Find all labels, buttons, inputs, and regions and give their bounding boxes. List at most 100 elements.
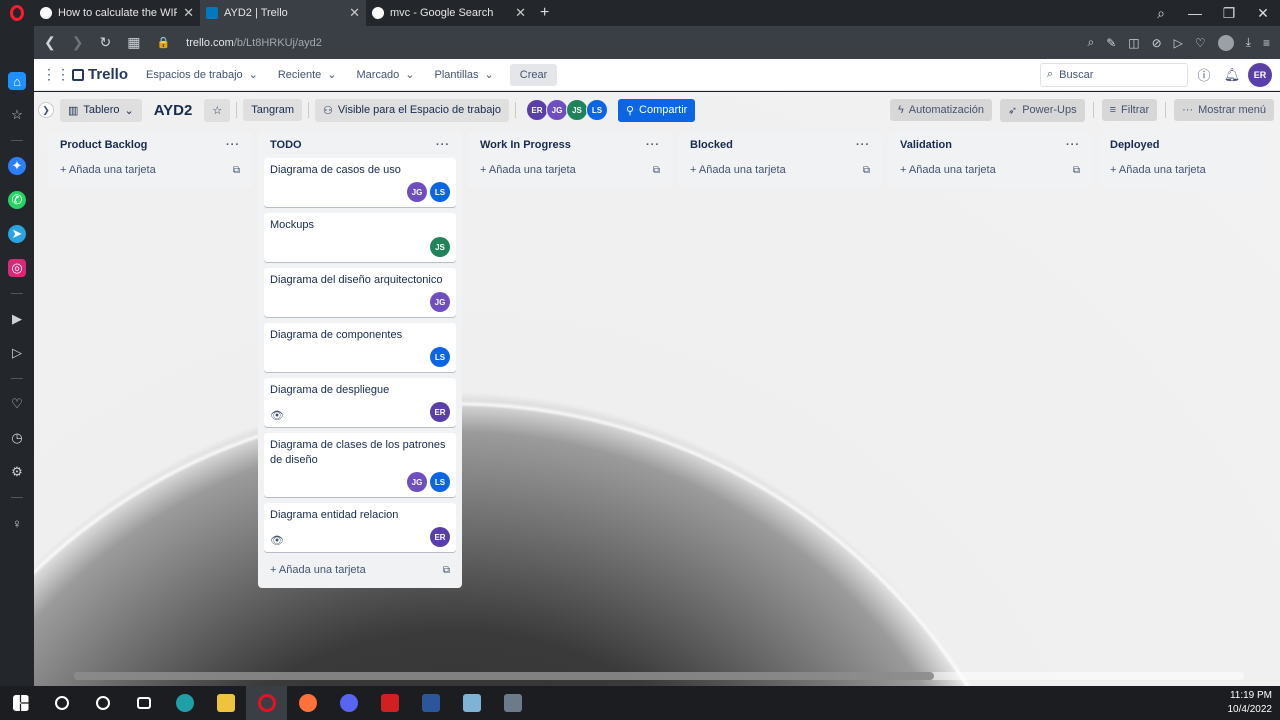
search-tabs-icon[interactable]: ⌕: [1144, 5, 1178, 22]
list-title[interactable]: Validation: [900, 139, 952, 151]
instagram-icon[interactable]: ◎: [8, 259, 26, 277]
home-icon[interactable]: ⌂: [8, 72, 26, 90]
list-header[interactable]: TODO ···: [264, 132, 456, 158]
member-avatar[interactable]: JG: [430, 292, 450, 312]
horizontal-scrollbar[interactable]: [74, 672, 1244, 680]
calculator-icon[interactable]: [492, 686, 533, 720]
restore-icon[interactable]: ❐: [1212, 5, 1246, 22]
member-avatar[interactable]: LS: [585, 99, 608, 121]
notifications-bell-icon[interactable]: 🔔︎: [1220, 67, 1244, 83]
member-avatar[interactable]: LS: [430, 472, 450, 492]
board-view-switcher[interactable]: ▥ Tablero ⌄: [60, 98, 142, 122]
share-button[interactable]: ⚲ Compartir: [617, 98, 696, 122]
easy-setup-icon[interactable]: ≡: [1263, 36, 1270, 50]
card[interactable]: Diagrama de clases de los patrones de di…: [264, 433, 456, 497]
member-avatar[interactable]: JG: [407, 182, 427, 202]
card-template-icon[interactable]: ⧉: [233, 165, 240, 176]
list-title[interactable]: Product Backlog: [60, 139, 147, 151]
profile-avatar[interactable]: [1217, 34, 1234, 51]
task-view-icon[interactable]: [123, 686, 164, 720]
zoom-icon[interactable]: ⌕: [1087, 35, 1094, 50]
card-template-icon[interactable]: ⧉: [443, 565, 450, 576]
card-template-icon[interactable]: ⧉: [863, 165, 870, 176]
menu-workspaces[interactable]: Espacios de trabajo ⌄: [138, 64, 266, 85]
member-avatar[interactable]: JG: [545, 99, 568, 121]
discord-icon[interactable]: [328, 686, 369, 720]
back-icon[interactable]: ❮: [44, 34, 56, 51]
member-avatar[interactable]: LS: [430, 182, 450, 202]
player-icon[interactable]: ▶: [8, 310, 26, 328]
cortana-icon[interactable]: [82, 686, 123, 720]
board-title[interactable]: AYD2: [148, 102, 199, 119]
settings-icon[interactable]: ⚙: [8, 463, 26, 481]
list-actions-icon[interactable]: ···: [1066, 139, 1080, 151]
create-button[interactable]: Crear: [509, 63, 558, 86]
card[interactable]: Mockups JS: [264, 213, 456, 262]
menu-starred[interactable]: Marcado ⌄: [349, 64, 423, 85]
add-card-button[interactable]: + Añada una tarjeta ⧉: [684, 158, 876, 182]
list-actions-icon[interactable]: ···: [856, 139, 870, 151]
list-header[interactable]: Blocked ···: [684, 132, 876, 158]
scrollbar-thumb[interactable]: [74, 672, 934, 680]
add-card-button[interactable]: + Añada una tarjeta ⧉: [474, 158, 666, 182]
whatsapp-icon[interactable]: ✆: [8, 191, 26, 209]
user-avatar[interactable]: ER: [1248, 62, 1272, 87]
snapshot-icon[interactable]: ◫: [1128, 36, 1139, 50]
member-avatar[interactable]: ER: [525, 99, 548, 121]
forward-icon[interactable]: ❯: [72, 34, 84, 51]
new-tab-plus-icon[interactable]: +: [532, 4, 557, 22]
member-avatar[interactable]: ER: [430, 527, 450, 547]
download-icon[interactable]: ⤓: [1246, 35, 1251, 50]
reload-icon[interactable]: ↻: [99, 34, 111, 51]
notes-icon[interactable]: [451, 686, 492, 720]
bookmarks-icon[interactable]: ☆: [8, 106, 26, 124]
minimize-icon[interactable]: —: [1178, 5, 1212, 21]
powerups-button[interactable]: ➶ Power-Ups: [999, 98, 1085, 122]
expand-sidebar-icon[interactable]: ❯: [38, 102, 54, 118]
show-menu-button[interactable]: ··· Mostrar menú: [1174, 99, 1274, 121]
search-input[interactable]: ⌕ Buscar: [1040, 62, 1188, 87]
workspace-button[interactable]: Tangram: [243, 99, 303, 121]
search-icon[interactable]: [41, 686, 82, 720]
member-avatar[interactable]: JS: [565, 99, 588, 121]
menu-templates[interactable]: Plantillas ⌄: [427, 64, 502, 85]
heart-icon[interactable]: ♡: [8, 395, 26, 413]
close-tab-icon[interactable]: ✕: [183, 5, 194, 21]
card[interactable]: Diagrama entidad relacion 👁︎ ER: [264, 503, 456, 552]
trello-logo[interactable]: Trello: [66, 66, 134, 83]
list-header[interactable]: Product Backlog ···: [54, 132, 246, 158]
menu-recent[interactable]: Reciente ⌄: [270, 64, 345, 85]
star-board-button[interactable]: ☆: [204, 98, 231, 122]
file-explorer-icon[interactable]: [205, 686, 246, 720]
automation-button[interactable]: ϟ Automatización: [889, 99, 992, 121]
info-icon[interactable]: ⓘ: [1192, 65, 1216, 84]
system-clock[interactable]: 11:19 PM 10/4/2022: [1228, 689, 1280, 717]
edit-icon[interactable]: ✎: [1106, 36, 1116, 50]
card[interactable]: Diagrama de despliegue 👁︎ ER: [264, 378, 456, 427]
messenger-icon[interactable]: ✦: [8, 157, 26, 175]
adblock-icon[interactable]: ⊘: [1152, 36, 1162, 50]
windows-start-icon[interactable]: [0, 686, 41, 720]
opera-icon[interactable]: [246, 686, 287, 720]
add-card-button[interactable]: + Añada una tarjeta ⧉: [54, 158, 246, 182]
browser-tab-active[interactable]: AYD2 | Trello ✕: [200, 0, 366, 26]
list-title[interactable]: TODO: [270, 139, 302, 151]
close-tab-icon[interactable]: ✕: [349, 5, 360, 21]
telegram-icon[interactable]: ➤: [8, 225, 26, 243]
bookmark-heart-icon[interactable]: ♡: [1195, 36, 1206, 50]
close-window-icon[interactable]: ✕: [1246, 5, 1280, 22]
browser-tab[interactable]: mvc - Google Search ✕: [366, 0, 532, 26]
visibility-button[interactable]: ⚇ Visible para el Espacio de trabajo: [315, 98, 509, 122]
tabs-overview-icon[interactable]: ▦: [127, 34, 140, 51]
list-actions-icon[interactable]: ···: [646, 139, 660, 151]
list-header[interactable]: Work In Progress ···: [474, 132, 666, 158]
member-avatar[interactable]: JS: [430, 237, 450, 257]
list-header[interactable]: Deployed: [1104, 132, 1262, 158]
list-title[interactable]: Deployed: [1110, 139, 1160, 151]
browser-tab[interactable]: How to calculate the WIP li ✕: [34, 0, 200, 26]
card[interactable]: Diagrama de casos de uso JG LS: [264, 158, 456, 207]
add-card-button[interactable]: + Añada una tarjeta: [1104, 158, 1262, 182]
edge-icon[interactable]: [164, 686, 205, 720]
add-card-button[interactable]: + Añada una tarjeta ⧉: [264, 558, 456, 582]
card-template-icon[interactable]: ⧉: [1073, 165, 1080, 176]
